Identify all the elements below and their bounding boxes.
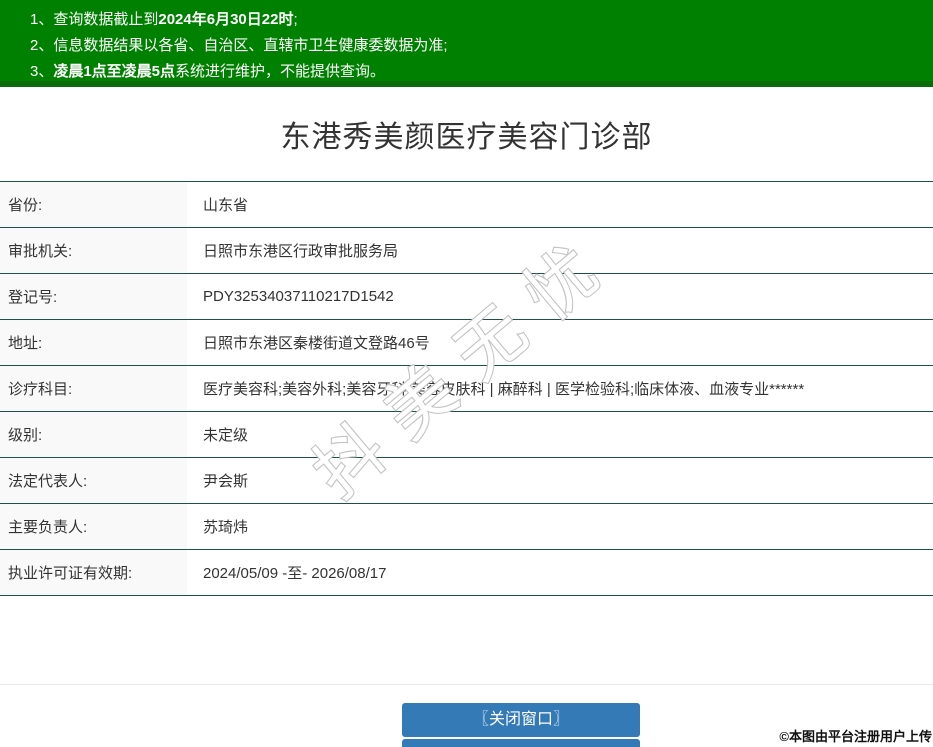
row-label: 法定代表人: (0, 458, 187, 503)
footer-separator (0, 684, 933, 685)
table-row-level: 级别: 未定级 (0, 412, 933, 458)
table-row-province: 省份: 山东省 (0, 182, 933, 228)
table-row-diagnosis-subjects: 诊疗科目: 医疗美容科;美容外科;美容牙科;美容皮肤科 | 麻醉科 | 医学检验… (0, 366, 933, 412)
notice-line-3: 3、凌晨1点至凌晨5点系统进行维护，不能提供查询。 (30, 59, 923, 85)
footer-spacer (0, 596, 933, 684)
notice-line-1-post: ; (293, 11, 298, 28)
notice-line-1-num: 1、 (30, 11, 54, 28)
row-label: 地址: (0, 320, 187, 365)
row-value: 医疗美容科;美容外科;美容牙科;美容皮肤科 | 麻醉科 | 医学检验科;临床体液… (187, 366, 933, 411)
row-label: 主要负责人: (0, 504, 187, 549)
notice-banner: 1、查询数据截止到2024年6月30日22时; 2、信息数据结果以各省、自治区、… (0, 0, 933, 87)
table-row-main-person-in-charge: 主要负责人: 苏琦炜 (0, 504, 933, 550)
row-value: 山东省 (187, 182, 933, 227)
notice-line-2-pre: 信息数据结果以各省、自治区、直辖市卫生健康委数据为准; (53, 37, 448, 54)
notice-line-3-num: 3、 (30, 63, 54, 80)
row-label: 执业许可证有效期: (0, 550, 187, 595)
table-row-address: 地址: 日照市东港区秦楼街道文登路46号 (0, 320, 933, 366)
row-value: 日照市东港区行政审批服务局 (187, 228, 933, 273)
row-value: 尹会斯 (187, 458, 933, 503)
title-wrap: 东港秀美颜医疗美容门诊部 (0, 87, 933, 181)
page-title: 东港秀美颜医疗美容门诊部 (280, 121, 653, 154)
notice-line-2: 2、信息数据结果以各省、自治区、直辖市卫生健康委数据为准; (30, 33, 923, 59)
partial-bottom-button[interactable] (402, 739, 640, 747)
row-value: 苏琦炜 (187, 504, 933, 549)
row-label: 诊疗科目: (0, 366, 187, 411)
row-value: 2024/05/09 -至- 2026/08/17 (187, 550, 933, 595)
row-label: 级别: (0, 412, 187, 457)
notice-line-3-bold: 凌晨1点至凌晨5点 (53, 63, 176, 80)
row-value: 未定级 (187, 412, 933, 457)
table-row-registration-number: 登记号: PDY32534037110217D1542 (0, 274, 933, 320)
notice-line-1: 1、查询数据截止到2024年6月30日22时; (30, 7, 923, 33)
row-label: 审批机关: (0, 228, 187, 273)
row-label: 登记号: (0, 274, 187, 319)
close-window-button[interactable]: 〖关闭窗口〗 (402, 703, 640, 737)
row-label: 省份: (0, 182, 187, 227)
row-value: 日照市东港区秦楼街道文登路46号 (187, 320, 933, 365)
table-row-legal-representative: 法定代表人: 尹会斯 (0, 458, 933, 504)
info-table: 省份: 山东省 审批机关: 日照市东港区行政审批服务局 登记号: PDY3253… (0, 181, 933, 596)
upload-attribution-note: ©本图由平台注册用户上传 (779, 729, 932, 744)
table-row-approval-authority: 审批机关: 日照市东港区行政审批服务局 (0, 228, 933, 274)
row-value: PDY32534037110217D1542 (187, 274, 933, 319)
notice-line-2-num: 2、 (30, 37, 54, 54)
table-row-license-validity: 执业许可证有效期: 2024/05/09 -至- 2026/08/17 (0, 550, 933, 596)
notice-line-1-bold: 2024年6月30日22时 (158, 11, 294, 28)
notice-line-1-pre: 查询数据截止到 (53, 11, 159, 28)
notice-line-3-post: 系统进行维护，不能提供查询。 (175, 63, 386, 80)
